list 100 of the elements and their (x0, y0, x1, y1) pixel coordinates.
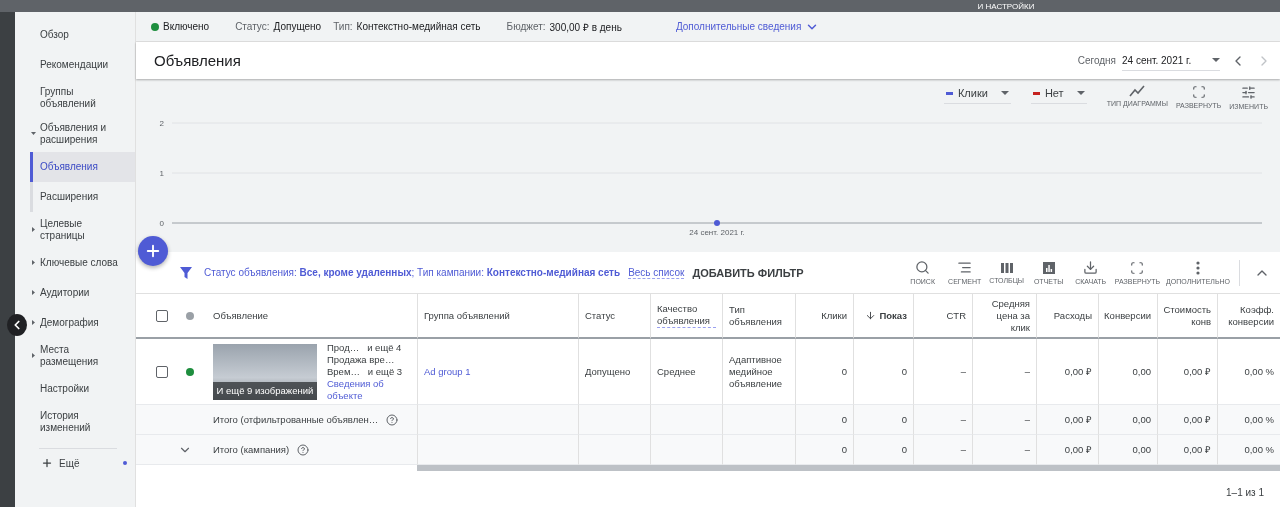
sidebar-item[interactable]: Настройки (27, 374, 135, 404)
sidebar-item[interactable]: Места размещения (27, 338, 135, 374)
sidebar-item[interactable]: Целевые страницы (27, 212, 135, 248)
status-text: Включено (163, 21, 210, 32)
data-point (714, 220, 720, 226)
table-cell: 0,00 % (1217, 435, 1280, 465)
y-tick-label: 2 (159, 119, 164, 128)
scrollbar[interactable] (417, 465, 1280, 471)
line-chart-icon (1129, 85, 1146, 97)
table-cell: – (913, 405, 972, 435)
select-all-checkbox[interactable] (156, 309, 168, 322)
table-cell: 0,00 % (1217, 405, 1280, 435)
search-icon (915, 260, 931, 275)
sidebar-item[interactable]: Объявления и расширения (27, 116, 135, 152)
expand-icon (1130, 260, 1145, 275)
field-value: 300,00 ₽ в день (549, 20, 622, 34)
table-cell: Среднее (650, 339, 722, 405)
help-icon[interactable] (297, 443, 310, 456)
column-header[interactable]: Группа объявлений (424, 309, 510, 322)
sidebar-item[interactable]: История изменений (27, 404, 135, 440)
sidebar-item[interactable]: Группы объявлений (27, 80, 135, 116)
table-cell (578, 435, 650, 465)
table-cell: – (972, 405, 1036, 435)
table-cell: 0,00 ₽ (1157, 435, 1217, 465)
bar-chart-icon (1041, 260, 1056, 275)
sidebar-item[interactable]: Аудитории (27, 278, 135, 308)
status-dot (186, 311, 194, 320)
column-header[interactable]: Расходы (1053, 309, 1092, 322)
column-header[interactable]: Стоимость конв (1163, 303, 1211, 328)
field-label: Статус: (235, 21, 270, 32)
collapse-button[interactable] (7, 314, 27, 336)
sidebar-item[interactable]: Ключевые слова (27, 248, 135, 278)
ad-group-link[interactable]: Ad group 1 (424, 365, 471, 378)
total-label: Итого (отфильтрованные объявлен… (213, 413, 379, 426)
column-header[interactable]: Конверсии (1104, 309, 1151, 322)
table-cell: 0,00 (1098, 339, 1157, 405)
filter-chips[interactable]: Статус объявления: Все, кроме удаленных; Тип кампании: Контекстно-медийная сеть (204, 267, 621, 278)
lines-icon (957, 260, 973, 275)
column-header[interactable]: Тип объявления (729, 303, 789, 328)
column-header[interactable]: CTR (946, 309, 966, 322)
plus-icon (41, 457, 53, 469)
page-title: Объявления (154, 52, 242, 69)
row-checkbox[interactable] (156, 365, 168, 378)
table-cell: 0,00 ₽ (1036, 405, 1098, 435)
metric-dropdown[interactable]: Клики (943, 85, 1011, 104)
y-tick-label: 1 (159, 169, 164, 178)
expand-icon (1191, 85, 1206, 99)
more-label[interactable]: Ещё (59, 457, 117, 469)
table-cell: – (913, 435, 972, 465)
table-cell: 0 (853, 405, 913, 435)
table-cell (578, 405, 650, 435)
more-icon (1196, 260, 1201, 275)
column-header[interactable]: Клики (821, 309, 847, 322)
image-count-label: И ещё 9 изображений (213, 381, 317, 400)
column-header[interactable]: Средняя цена за клик (979, 297, 1030, 334)
column-header[interactable]: Качество объявления (657, 303, 716, 328)
sidebar-item[interactable]: Объявления (30, 152, 135, 182)
field-label: Бюджет: (506, 21, 546, 32)
y-tick-label: 0 (159, 219, 164, 228)
sidebar-item[interactable]: Рекомендации (27, 50, 135, 80)
ad-text-line: Врем… и ещё 3 (327, 365, 403, 378)
ad-text-line: Продажа вре… (327, 353, 396, 366)
table-cell: 0,00 ₽ (1036, 339, 1098, 405)
table-cell: Адаптивное медийное объявление (722, 339, 795, 405)
caret-down-icon (1000, 91, 1009, 95)
table-cell (650, 435, 722, 465)
column-header[interactable]: Объявление (213, 309, 269, 322)
sort-arrow-icon (865, 310, 877, 321)
table-cell: 0,00 ₽ (1036, 435, 1098, 465)
date-label: Сегодня (1077, 55, 1116, 66)
caret-down-icon (1076, 91, 1085, 95)
table-cell (650, 405, 722, 435)
filter-icon (180, 266, 192, 279)
metric-dropdown[interactable]: Нет (1030, 85, 1087, 104)
table-cell: – (913, 339, 972, 405)
notification-dot (123, 461, 127, 465)
sidebar-item[interactable]: Демография (27, 308, 135, 338)
field-value: Допущено (273, 21, 322, 32)
column-header[interactable]: Статус (585, 309, 616, 322)
table-cell: Допущено (578, 339, 650, 405)
table-cell: 0,00 (1098, 405, 1157, 435)
table-cell: – (972, 435, 1036, 465)
sidebar-item[interactable]: Обзор (27, 20, 135, 50)
column-header[interactable]: Коэфф. конверсии (1224, 303, 1274, 328)
pagination-text: 1–1 из 1 (1226, 487, 1264, 498)
table-cell: 0 (795, 405, 853, 435)
details-link[interactable]: Дополнительные сведения (675, 19, 820, 34)
add-button[interactable] (138, 236, 168, 266)
help-icon[interactable] (386, 413, 399, 426)
ad-text-line: Прод… и ещё 4 (327, 341, 403, 354)
columns-icon (999, 261, 1014, 274)
column-header[interactable]: Показ (865, 309, 907, 322)
all-list-link[interactable]: Весь список (628, 266, 685, 279)
field-label: Тип: (333, 21, 353, 32)
caret-down-icon (1212, 58, 1220, 62)
table-cell: 0,00 (1098, 435, 1157, 465)
top-bar-item[interactable]: И НАСТРОЙКИ (975, 2, 1037, 11)
date-dropdown[interactable]: 24 сент. 2021 г. (1122, 50, 1220, 71)
add-filter-button[interactable]: ДОБАВИТЬ ФИЛЬТР (692, 266, 902, 279)
object-details-link[interactable]: Сведения об объекте (327, 377, 387, 402)
